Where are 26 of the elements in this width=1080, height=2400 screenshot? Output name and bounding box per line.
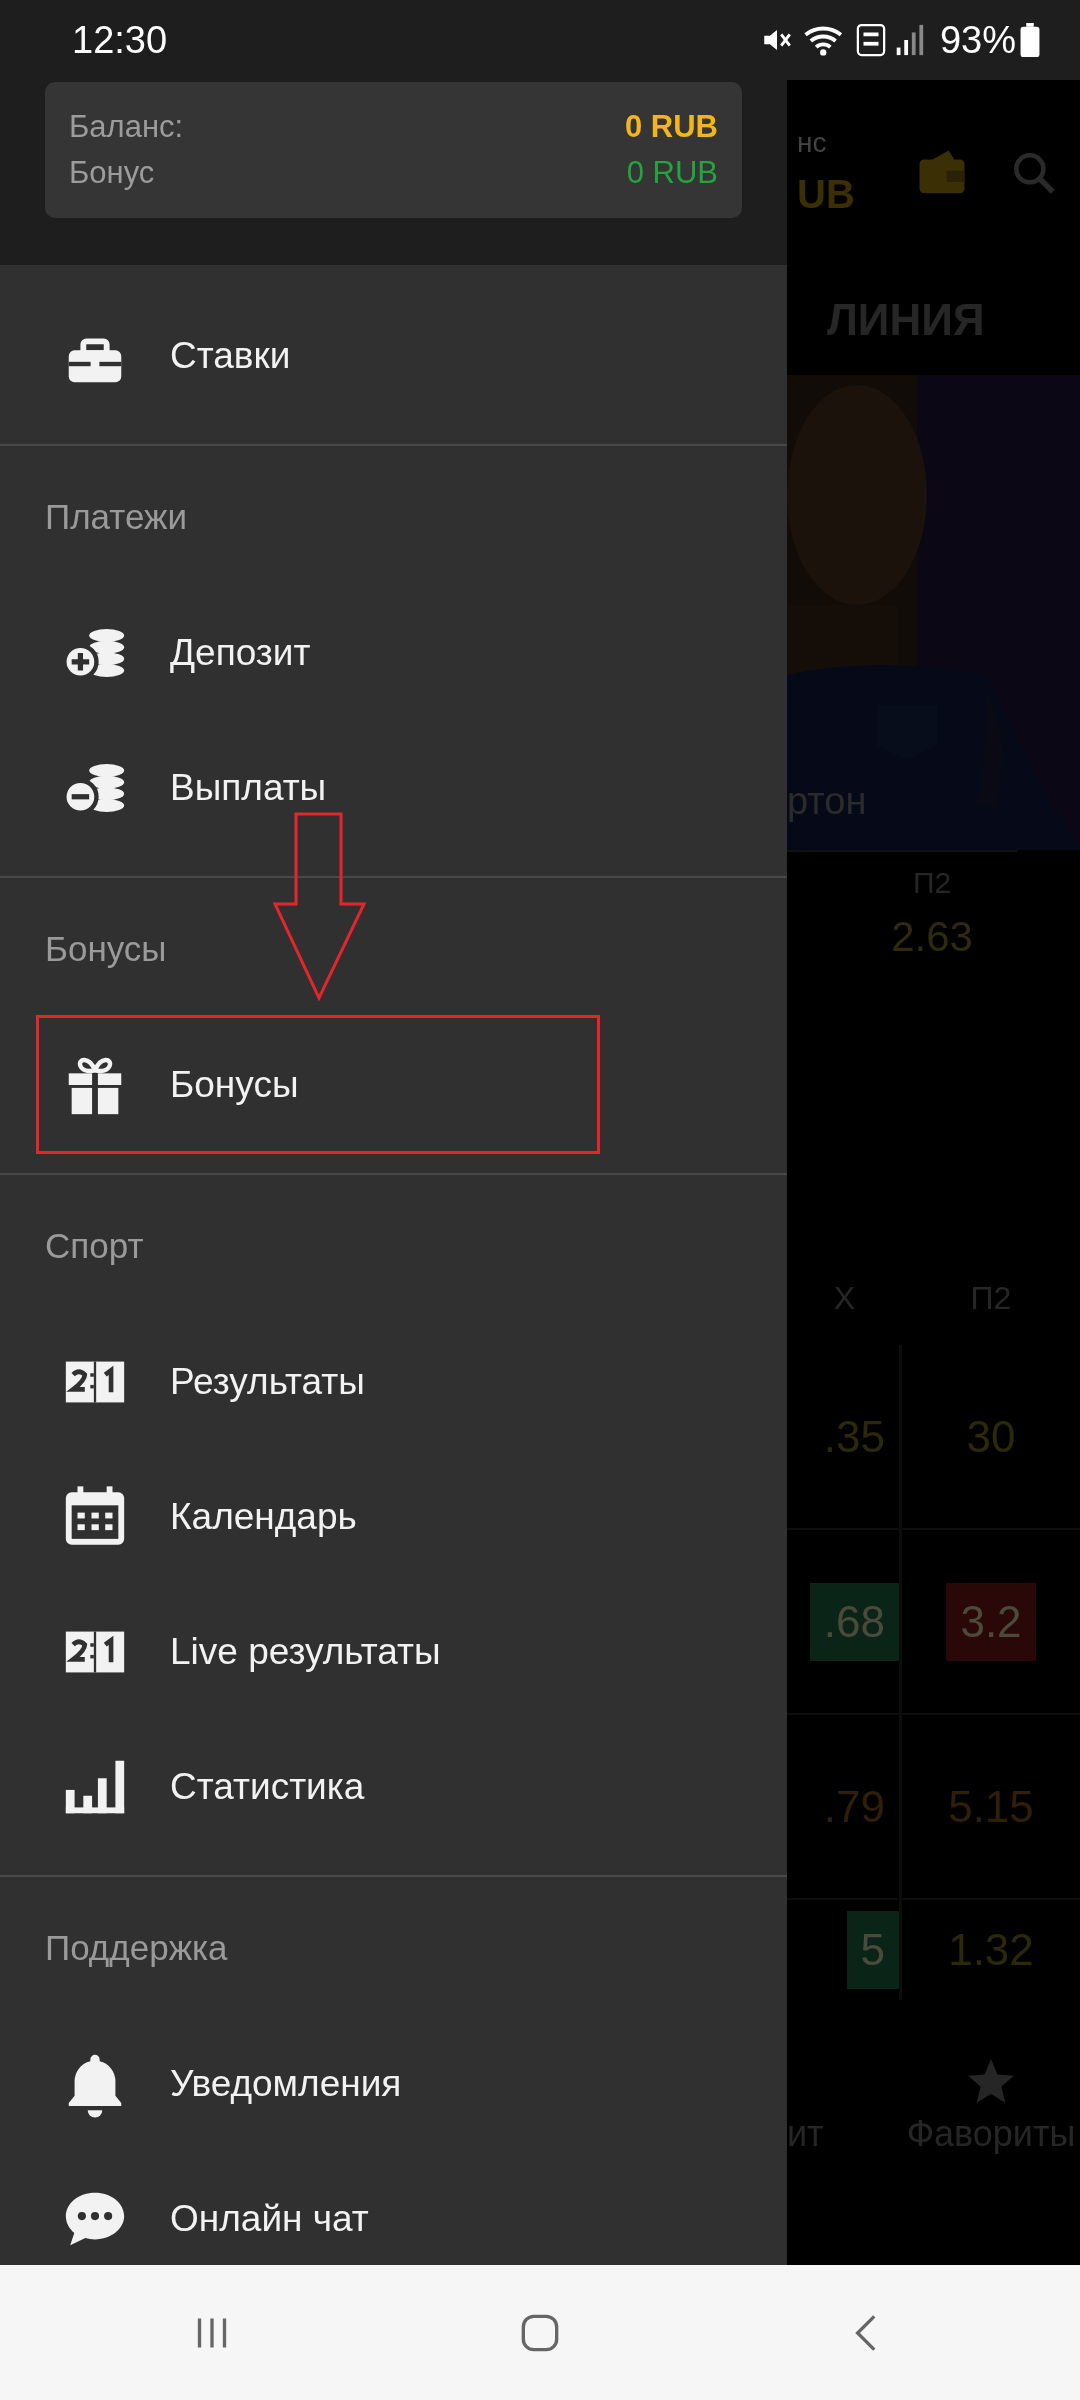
- odds-cell[interactable]: 3.2: [946, 1582, 1036, 1661]
- bonus-label: Бонус: [69, 154, 155, 192]
- bonus-value: 0 RUB: [626, 154, 718, 192]
- odds-cell[interactable]: 5: [846, 1911, 899, 1989]
- balance-label: нс: [797, 125, 828, 160]
- section-header: Поддержка: [44, 1927, 228, 1969]
- section-header: Бонусы: [44, 928, 167, 970]
- section-header: Спорт: [44, 1225, 144, 1267]
- menu-item[interactable]: Бонусы: [0, 1017, 787, 1152]
- menu-item[interactable]: Депозит: [0, 585, 787, 720]
- odds-cell[interactable]: .68: [809, 1582, 899, 1661]
- balance-value: 0 RUB: [625, 108, 718, 146]
- menu-item[interactable]: Уведомления: [0, 2016, 787, 2151]
- menu-item[interactable]: Выплаты: [0, 720, 787, 855]
- menu-item[interactable]: Ставки: [0, 288, 787, 423]
- section-header: Платежи: [44, 496, 187, 538]
- status-time: 12:30: [72, 17, 168, 63]
- battery-icon: [1020, 23, 1040, 57]
- menu-item[interactable]: Онлайн чат: [0, 2151, 787, 2265]
- menu-item[interactable]: Календарь: [0, 1449, 787, 1584]
- balance-value: UB: [797, 170, 855, 218]
- menu-item[interactable]: Live результаты: [0, 1584, 787, 1719]
- menu-item[interactable]: Статистика: [0, 1719, 787, 1854]
- battery-percent: 93%: [939, 17, 1016, 63]
- menu-item[interactable]: Результаты: [0, 1314, 787, 1449]
- balance-label: Баланс:: [69, 108, 184, 146]
